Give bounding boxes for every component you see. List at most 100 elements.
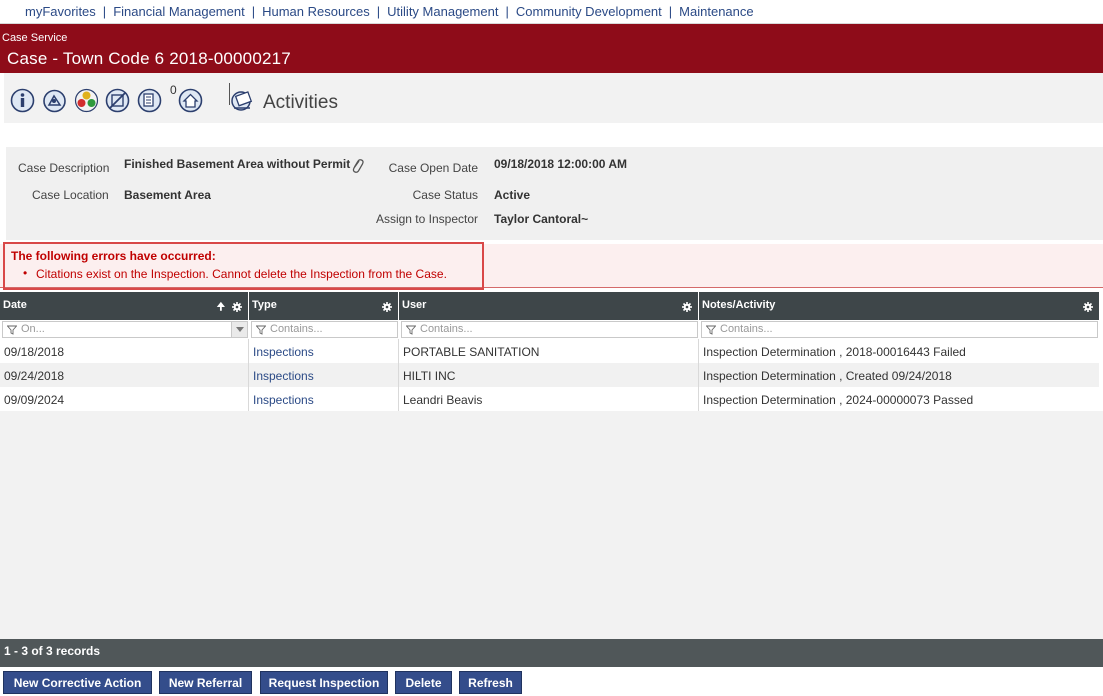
nav-financial-management[interactable]: Financial Management <box>113 4 245 19</box>
column-divider <box>248 339 249 363</box>
case-open-date-label: Case Open Date <box>388 161 478 175</box>
grid-header-row: Date 🠉 Type User Notes/Activity <box>0 292 1099 320</box>
row-notes: Inspection Determination , Created 09/24… <box>703 369 952 383</box>
table-row[interactable]: 09/24/2018 Inspections HILTI INC Inspect… <box>0 363 1099 387</box>
top-navigation: myFavorites | Financial Management | Hum… <box>0 0 1103 24</box>
row-user: PORTABLE SANITATION <box>403 345 540 359</box>
column-divider <box>698 363 699 387</box>
date-filter-placeholder: On... <box>21 323 45 335</box>
column-divider <box>398 339 399 363</box>
column-settings-icon[interactable] <box>1083 302 1093 312</box>
column-user-label: User <box>402 299 427 311</box>
case-details-panel: Case Description Finished Basement Area … <box>6 147 1103 240</box>
column-header-type[interactable]: Type <box>249 292 399 320</box>
assign-inspector-label: Assign to Inspector <box>375 212 478 226</box>
case-status-label: Case Status <box>412 188 478 202</box>
case-description-label: Case Description <box>18 161 110 175</box>
refresh-button[interactable]: Refresh <box>459 671 522 694</box>
toolbar: 0 Activities <box>4 73 1103 123</box>
column-settings-icon[interactable] <box>232 302 242 312</box>
action-bar: New Corrective Action New Referral Reque… <box>0 667 1103 696</box>
row-type-link[interactable]: Inspections <box>253 369 314 383</box>
grid-filter-row: On... Contains... Contains... Contains..… <box>0 320 1099 339</box>
error-item: Citations exist on the Inspection. Canno… <box>23 266 447 281</box>
assign-inspector-value: Taylor Cantoral~ <box>494 212 589 226</box>
color-wheel-icon[interactable] <box>74 88 99 113</box>
case-status-value: Active <box>494 188 531 202</box>
row-date: 09/24/2018 <box>4 369 65 383</box>
case-description-value: Finished Basement Area without Permit <box>124 157 351 171</box>
row-notes: Inspection Determination , 2018-00016443… <box>703 345 966 359</box>
chevron-down-icon[interactable] <box>231 322 247 337</box>
page-title: Case - Town Code 6 2018-00000217 <box>7 49 291 68</box>
user-filter-input[interactable]: Contains... <box>401 321 698 338</box>
paperclip-icon[interactable] <box>350 157 364 175</box>
type-filter-placeholder: Contains... <box>270 323 323 335</box>
new-referral-button[interactable]: New Referral <box>159 671 252 694</box>
page-header: Case Service Case - Town Code 6 2018-000… <box>0 24 1103 73</box>
no-entry-icon[interactable] <box>105 88 130 113</box>
column-divider <box>248 363 249 387</box>
type-filter-input[interactable]: Contains... <box>251 321 398 338</box>
column-divider <box>698 387 699 411</box>
notes-filter-input[interactable]: Contains... <box>701 321 1098 338</box>
user-filter-placeholder: Contains... <box>420 323 473 335</box>
filter-icon <box>406 325 416 335</box>
notes-filter-placeholder: Contains... <box>720 323 773 335</box>
case-location-value: Basement Area <box>124 188 211 202</box>
activities-icon <box>230 87 255 112</box>
grid-empty-area <box>0 411 1103 639</box>
column-notes-label: Notes/Activity <box>702 299 776 311</box>
row-user: HILTI INC <box>403 369 456 383</box>
row-type-link[interactable]: Inspections <box>253 393 314 407</box>
column-type-label: Type <box>252 299 277 311</box>
plan-icon[interactable] <box>42 88 67 113</box>
home-icon[interactable] <box>178 88 203 113</box>
column-settings-icon[interactable] <box>382 302 392 312</box>
column-header-user[interactable]: User <box>399 292 699 320</box>
filter-icon <box>706 325 716 335</box>
case-location-label: Case Location <box>32 188 109 202</box>
filter-icon <box>256 325 266 335</box>
column-divider <box>398 363 399 387</box>
column-divider <box>698 339 699 363</box>
date-filter-input[interactable]: On... <box>2 321 248 338</box>
documents-icon[interactable] <box>137 88 162 113</box>
table-row[interactable]: 09/18/2018 Inspections PORTABLE SANITATI… <box>0 339 1099 363</box>
nav-human-resources[interactable]: Human Resources <box>262 4 370 19</box>
column-header-notes[interactable]: Notes/Activity <box>699 292 1099 320</box>
table-row[interactable]: 09/09/2024 Inspections Leandri Beavis In… <box>0 387 1099 411</box>
column-date-label: Date <box>3 299 27 311</box>
column-divider <box>248 387 249 411</box>
error-heading: The following errors have occurred: <box>11 249 216 263</box>
delete-button[interactable]: Delete <box>395 671 452 694</box>
nav-separator: | <box>376 4 381 19</box>
nav-separator: | <box>102 4 107 19</box>
info-icon[interactable] <box>10 88 35 113</box>
documents-count: 0 <box>170 83 177 97</box>
filter-icon <box>7 325 17 335</box>
page-subtitle: Case Service <box>2 32 68 44</box>
column-settings-icon[interactable] <box>682 302 692 312</box>
request-inspection-button[interactable]: Request Inspection <box>260 671 388 694</box>
case-open-date-value: 09/18/2018 12:00:00 AM <box>494 157 627 171</box>
row-user: Leandri Beavis <box>403 393 483 407</box>
section-title: Activities <box>263 92 338 113</box>
grid-footer: 1 - 3 of 3 records <box>0 639 1103 667</box>
nav-myfavorites[interactable]: myFavorites <box>25 4 96 19</box>
nav-community-development[interactable]: Community Development <box>516 4 662 19</box>
sort-ascending-icon[interactable]: 🠉 <box>217 300 225 317</box>
row-notes: Inspection Determination , 2024-00000073… <box>703 393 974 407</box>
nav-maintenance[interactable]: Maintenance <box>679 4 753 19</box>
new-corrective-action-button[interactable]: New Corrective Action <box>3 671 152 694</box>
row-type-link[interactable]: Inspections <box>253 345 314 359</box>
row-date: 09/18/2018 <box>4 345 65 359</box>
record-count: 1 - 3 of 3 records <box>4 644 101 658</box>
column-header-date[interactable]: Date 🠉 <box>0 292 249 320</box>
nav-utility-management[interactable]: Utility Management <box>387 4 498 19</box>
row-date: 09/09/2024 <box>4 393 65 407</box>
nav-separator: | <box>505 4 509 19</box>
nav-separator: | <box>668 4 673 19</box>
column-divider <box>398 387 399 411</box>
nav-separator: | <box>251 4 256 19</box>
